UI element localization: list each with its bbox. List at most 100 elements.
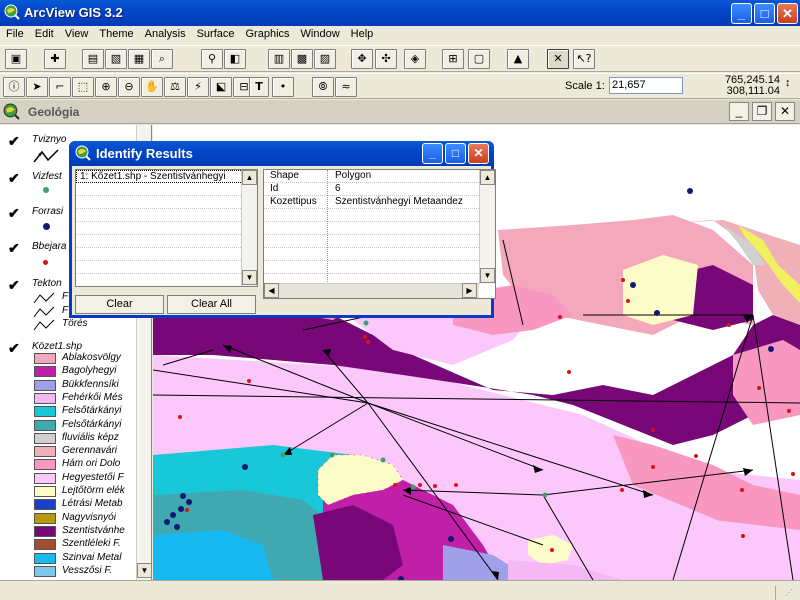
hotlink-icon[interactable]: ✕ xyxy=(547,49,569,69)
scale-input[interactable]: 21,657 xyxy=(609,77,683,94)
theme-name[interactable]: Tviznyo xyxy=(32,134,66,145)
vertex-edit-icon[interactable]: ⌐ xyxy=(49,77,71,97)
theme-checkbox[interactable]: ✔ xyxy=(8,206,22,220)
menu-help[interactable]: Help xyxy=(345,26,379,40)
scale-label: Scale 1: xyxy=(565,80,605,92)
theme-checkbox[interactable]: ✔ xyxy=(8,341,22,355)
spline-icon[interactable]: ≈ xyxy=(335,77,357,97)
attribute-field: Id xyxy=(270,183,279,194)
theme-name[interactable]: Bbejara xyxy=(32,241,66,252)
result-item[interactable]: 1: Kőzet1.shp - Szentistvánhegyi xyxy=(76,170,257,183)
legend-label: Lejtőtörm elék xyxy=(62,485,125,496)
theme-checkbox[interactable]: ✔ xyxy=(8,241,22,255)
save-icon[interactable]: ▣ xyxy=(5,49,27,69)
updown-arrow-icon: ↕ xyxy=(785,77,791,89)
menu-graphics[interactable]: Graphics xyxy=(240,26,295,40)
legend-label: Gerennavári xyxy=(62,445,118,457)
layout-icon[interactable]: ▢ xyxy=(468,49,490,69)
clear-button[interactable]: Clear xyxy=(75,295,164,314)
zoom-previous-icon[interactable]: ✥ xyxy=(351,49,373,69)
dialog-minimize-button[interactable]: _ xyxy=(422,143,443,164)
scroll-down-icon[interactable]: ▼ xyxy=(242,270,257,285)
results-scrollbar[interactable]: ▲ ▼ xyxy=(241,170,257,286)
legend-label: Nagyvisnyói xyxy=(62,511,116,523)
menu-file[interactable]: File xyxy=(0,26,29,40)
help-icon[interactable]: ↖? xyxy=(573,49,595,69)
view-restore-button[interactable]: ❐ xyxy=(752,102,772,121)
scroll-up-icon[interactable]: ▲ xyxy=(242,170,257,185)
legend-swatch xyxy=(34,446,56,458)
edit-legend-icon[interactable]: ▧ xyxy=(105,49,127,69)
zoom-in-icon[interactable]: ⊕ xyxy=(95,77,117,97)
find-icon[interactable]: ⌕ xyxy=(151,49,173,69)
theme-name[interactable]: Forrasi xyxy=(32,206,63,217)
theme-name[interactable]: Tekton xyxy=(32,278,62,289)
hotlink-tool-icon[interactable]: ⚡ xyxy=(187,77,209,97)
theme-name[interactable]: Vizfest xyxy=(32,171,62,182)
close-button[interactable]: ✕ xyxy=(777,3,798,24)
clear-all-button[interactable]: Clear All xyxy=(167,295,256,314)
menu-theme[interactable]: Theme xyxy=(93,26,138,40)
app-titlebar: ArcView GIS 3.2 _ □ ✕ xyxy=(0,0,800,26)
scroll-down-icon[interactable]: ▼ xyxy=(480,268,495,283)
create-chart-icon[interactable]: ⊞ xyxy=(442,49,464,69)
coordinate-readout: 765,245.14 308,111.04 xyxy=(714,75,780,97)
view-minimize-button[interactable]: _ xyxy=(729,102,749,121)
text-icon[interactable]: T xyxy=(249,77,269,97)
pointer-icon[interactable]: ➤ xyxy=(26,77,48,97)
add-theme-icon[interactable]: ✚ xyxy=(44,49,66,69)
query-builder-icon[interactable]: ◧ xyxy=(224,49,246,69)
resize-grip-icon[interactable]: ⋰ xyxy=(785,588,793,597)
menu-surface[interactable]: Surface xyxy=(191,26,240,40)
theme-properties-icon[interactable]: ▤ xyxy=(82,49,104,69)
theme-name[interactable]: Közet1.shp xyxy=(32,341,82,352)
open-table-icon[interactable]: ▦ xyxy=(128,49,150,69)
menu-edit[interactable]: Edit xyxy=(29,26,59,40)
empty-row xyxy=(76,183,257,196)
theme-checkbox[interactable]: ✔ xyxy=(8,171,22,185)
draw-point-icon[interactable]: • xyxy=(272,77,294,97)
scroll-up-icon[interactable]: ▲ xyxy=(480,170,495,185)
north-arrow-icon[interactable]: ▲ xyxy=(507,49,529,69)
view-close-button[interactable]: ✕ xyxy=(775,102,795,121)
zoom-out-icon[interactable]: ⊖ xyxy=(118,77,140,97)
zoom-active-themes-icon[interactable]: ▩ xyxy=(291,49,313,69)
maximize-button[interactable]: □ xyxy=(754,3,775,24)
menu-view[interactable]: View xyxy=(59,26,94,40)
attributes-table[interactable]: Shape Polygon Id 6 Kozettipus Szentistvánhe… xyxy=(263,169,496,299)
menu-analysis[interactable]: Analysis xyxy=(139,26,191,40)
zoom-selected-icon[interactable]: ▨ xyxy=(314,49,336,69)
app-title: ArcView GIS 3.2 xyxy=(24,5,123,20)
attribute-value: 6 xyxy=(335,183,341,194)
attribute-field: Shape xyxy=(270,170,299,181)
dialog-titlebar[interactable]: Identify Results _ □ ✕ xyxy=(69,141,494,166)
scroll-left-icon[interactable]: ◀ xyxy=(264,283,279,298)
arcview-globe-icon xyxy=(4,4,20,20)
attributes-hscrollbar[interactable]: ◀ ▶ xyxy=(264,283,479,298)
locate-address-icon[interactable]: ⚲ xyxy=(201,49,223,69)
clear-selection-icon[interactable]: ◈ xyxy=(404,49,426,69)
scroll-down-icon[interactable]: ▼ xyxy=(137,563,151,578)
legend-label: Bagolyhegyi xyxy=(62,365,117,377)
identify-icon[interactable]: ⓘ xyxy=(3,77,25,97)
dialog-maximize-button[interactable]: □ xyxy=(445,143,466,164)
select-feature-icon[interactable]: ⬚ xyxy=(72,77,94,97)
scroll-right-icon[interactable]: ▶ xyxy=(462,283,477,298)
measure-icon[interactable]: ⚖ xyxy=(164,77,186,97)
snap-icon[interactable]: ⦾ xyxy=(312,77,334,97)
minimize-button[interactable]: _ xyxy=(731,3,752,24)
menu-window[interactable]: Window xyxy=(295,26,345,40)
theme-checkbox[interactable]: ✔ xyxy=(8,278,22,292)
pan-icon[interactable]: ✋ xyxy=(141,77,163,97)
dialog-close-button[interactable]: ✕ xyxy=(468,143,489,164)
empty-row xyxy=(76,261,257,274)
results-list[interactable]: 1: Kőzet1.shp - Szentistvánhegyi ▲ ▼ xyxy=(75,169,258,287)
select-features-icon[interactable]: ✣ xyxy=(375,49,397,69)
legend-label: Ablakosvölgy xyxy=(62,352,121,363)
legend-label: Szentistvánhe xyxy=(62,524,125,536)
identify-results-dialog: Identify Results _ □ ✕ 1: Kőzet1.shp - S… xyxy=(69,141,496,318)
area-select-icon[interactable]: ⬕ xyxy=(210,77,232,97)
theme-checkbox[interactable]: ✔ xyxy=(8,134,22,148)
attributes-vscrollbar[interactable]: ▲ ▼ xyxy=(479,170,495,284)
zoom-full-icon[interactable]: ▥ xyxy=(268,49,290,69)
